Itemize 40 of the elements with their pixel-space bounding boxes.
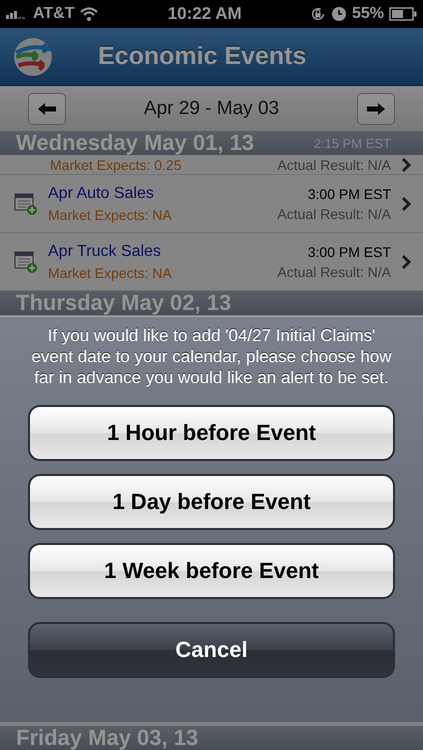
- event-row[interactable]: Apr Truck Sales Market Expects: NA 3:00 PM EST Actual Result: N/A: [0, 233, 423, 291]
- market-expects: Market Expects: NA: [48, 206, 173, 222]
- battery-percent: 55%: [352, 5, 384, 23]
- day-title: Friday May 03, 13: [16, 726, 198, 750]
- alert-option-button[interactable]: 1 Day before Event: [28, 474, 395, 530]
- market-expects: Market Expects: NA: [48, 264, 173, 280]
- actual-result: Actual Result: N/A: [277, 264, 391, 280]
- calendar-add-icon: [14, 192, 38, 216]
- signal-icon: [6, 9, 28, 19]
- event-time: 3:00 PM EST: [308, 244, 391, 260]
- clock-time: 10:22 AM: [168, 4, 242, 24]
- globe-logo-icon: [12, 36, 54, 78]
- event-name: Apr Truck Sales: [48, 242, 162, 260]
- actual-result: Actual Result: N/A: [277, 156, 391, 172]
- left-arrow-icon: [37, 102, 57, 116]
- alert-option-button[interactable]: 1 Hour before Event: [28, 405, 395, 461]
- day-title: Wednesday May 01, 13: [16, 131, 254, 155]
- rotation-lock-icon: [310, 6, 326, 22]
- right-arrow-icon: [366, 102, 386, 116]
- chevron-icon: [401, 156, 411, 172]
- actual-result: Actual Result: N/A: [277, 206, 391, 222]
- event-name: Apr Auto Sales: [48, 184, 155, 202]
- week-range: Apr 29 - May 03: [144, 98, 280, 120]
- event-row[interactable]: Apr Auto Sales Market Expects: NA 3:00 PM EST Actual Result: N/A: [0, 175, 423, 233]
- wifi-icon: [79, 7, 100, 21]
- cancel-button[interactable]: Cancel: [28, 622, 395, 678]
- market-expects: Market Expects: 0.25: [50, 156, 183, 172]
- chevron-icon: [401, 254, 411, 270]
- calendar-add-icon: [14, 250, 38, 274]
- alarm-icon: [330, 6, 347, 22]
- alert-option-button[interactable]: 1 Week before Event: [28, 543, 395, 599]
- screen-title: Economic Events: [98, 42, 306, 71]
- alert-message: If you would like to add '04/27 Initial Claims' event date to your calendar, please choose how far in advance you would like an alert to be set.: [30, 325, 393, 388]
- battery-icon: [388, 7, 417, 21]
- carrier-name: AT&T: [33, 5, 74, 23]
- chevron-icon: [401, 196, 411, 212]
- next-week-button[interactable]: [356, 92, 395, 124]
- previous-week-button[interactable]: [28, 92, 66, 124]
- day-title: Thursday May 02, 13: [16, 291, 232, 315]
- event-time: 3:00 PM EST: [308, 186, 391, 202]
